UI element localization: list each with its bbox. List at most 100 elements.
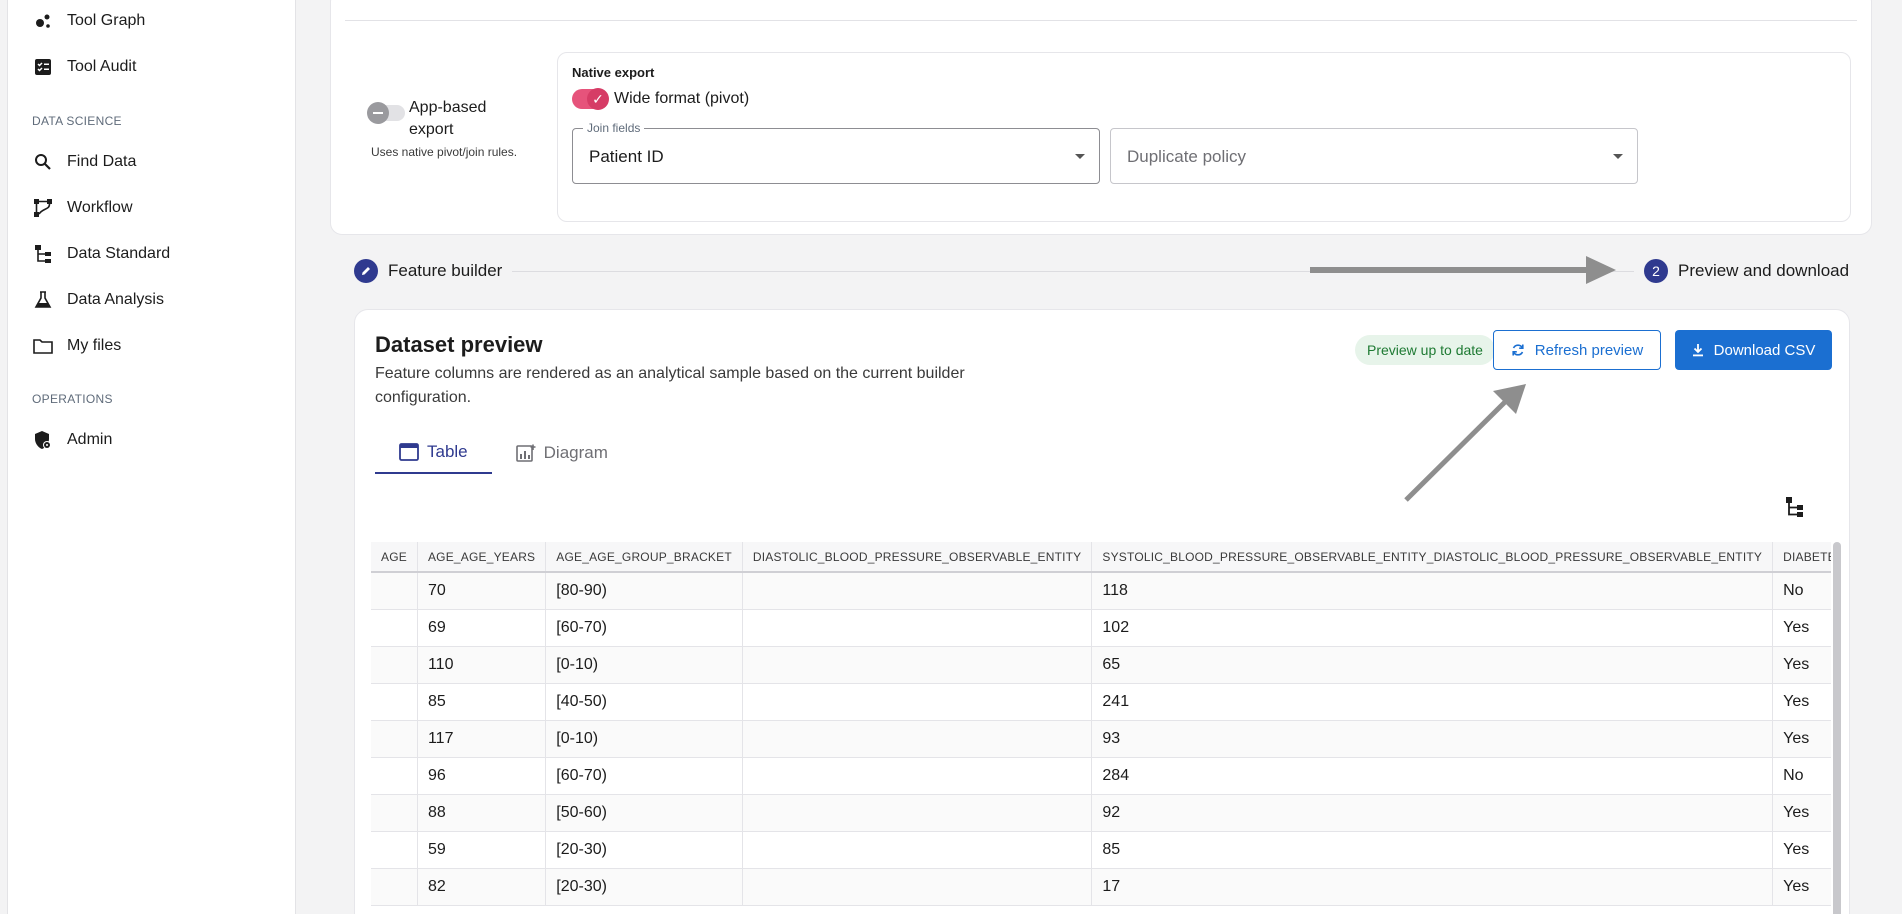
sidebar-item-admin[interactable]: Admin	[32, 425, 112, 455]
wide-format-label: Wide format (pivot)	[614, 90, 750, 107]
table-row: 70 [80-90) 118 No	[371, 572, 1831, 610]
sidebar-item-label: Workflow	[67, 199, 133, 216]
dataset-preview-card: Dataset preview Feature columns are rend…	[354, 309, 1850, 914]
section-label-data-science: DATA SCIENCE	[32, 114, 122, 128]
export-settings-card: App-based export Uses native pivot/join …	[330, 0, 1872, 235]
table-cell: 102	[1091, 609, 1774, 647]
wide-format-toggle[interactable]: ✓	[572, 88, 609, 110]
table-cell: 59	[417, 831, 547, 869]
table-cell	[371, 794, 418, 832]
tab-table[interactable]: Table	[375, 432, 492, 474]
sidebar-item-find-data[interactable]: Find Data	[32, 147, 136, 177]
sidebar-item-label: Tool Graph	[67, 12, 146, 29]
step-label: Preview and download	[1678, 261, 1850, 280]
workflow-icon	[32, 197, 54, 219]
preview-table: AGE AGE_AGE_YEARS AGE_AGE_GROUP_BRACKET …	[371, 542, 1831, 906]
table-cell: 96	[417, 757, 547, 795]
chevron-down-icon	[1613, 154, 1623, 159]
table-row: 85 [40-50) 241 Yes	[371, 683, 1831, 721]
refresh-icon	[1511, 343, 1525, 357]
divider	[345, 20, 1857, 21]
table-vertical-scrollbar[interactable]	[1833, 542, 1841, 914]
app-based-export-toggle[interactable]	[367, 102, 405, 124]
step-feature-builder[interactable]: Feature builder	[354, 259, 513, 283]
table-cell: Yes	[1772, 683, 1831, 721]
graph-icon	[32, 10, 54, 32]
flask-icon	[32, 289, 54, 311]
join-fields-legend: Join fields	[583, 121, 645, 135]
refresh-preview-button[interactable]: Refresh preview	[1493, 330, 1661, 370]
table-cell: 93	[1091, 720, 1774, 758]
table-cell: 241	[1091, 683, 1774, 721]
column-header[interactable]: AGE	[371, 542, 418, 573]
column-header[interactable]: DIASTOLIC_BLOOD_PRESSURE_OBSERVABLE_ENTI…	[742, 542, 1093, 573]
column-hierarchy-icon[interactable]	[1785, 496, 1805, 523]
preview-table-container[interactable]: AGE AGE_AGE_YEARS AGE_AGE_GROUP_BRACKET …	[371, 542, 1831, 914]
table-cell: [20-30)	[545, 868, 743, 906]
step-label: Feature builder	[388, 261, 503, 280]
table-cell: 69	[417, 609, 547, 647]
join-fields-select[interactable]: Join fields Patient ID	[572, 121, 1100, 184]
table-cell: No	[1772, 572, 1831, 610]
table-cell	[742, 831, 1093, 869]
table-cell	[371, 831, 418, 869]
table-cell: 82	[417, 868, 547, 906]
table-icon	[399, 443, 419, 461]
sidebar-item-workflow[interactable]: Workflow	[32, 193, 133, 223]
tab-diagram[interactable]: Diagram	[492, 432, 632, 474]
table-cell: [60-70)	[545, 757, 743, 795]
tab-label: Diagram	[543, 443, 608, 462]
download-icon	[1692, 343, 1704, 357]
table-row: 82 [20-30) 17 Yes	[371, 868, 1831, 906]
app-based-export-help: Uses native pivot/join rules.	[371, 145, 518, 159]
table-cell	[371, 720, 418, 758]
table-cell: [80-90)	[545, 572, 743, 610]
folder-icon	[32, 335, 54, 357]
table-cell: No	[1772, 757, 1831, 795]
sidebar-item-my-files[interactable]: My files	[32, 331, 121, 361]
main-content: App-based export Uses native pivot/join …	[306, 0, 1902, 914]
column-header[interactable]: DIABETES	[1772, 542, 1831, 573]
search-icon	[32, 151, 54, 173]
column-header[interactable]: AGE_AGE_YEARS	[417, 542, 547, 573]
table-cell: 118	[1091, 572, 1774, 610]
column-header[interactable]: SYSTOLIC_BLOOD_PRESSURE_OBSERVABLE_ENTIT…	[1091, 542, 1774, 573]
sidebar-item-tool-audit[interactable]: Tool Audit	[32, 52, 136, 82]
table-cell	[371, 646, 418, 684]
left-rail	[0, 0, 8, 914]
table-row: 110 [0-10) 65 Yes	[371, 646, 1831, 684]
table-cell	[742, 572, 1093, 610]
tab-label: Table	[427, 442, 468, 461]
table-cell: [40-50)	[545, 683, 743, 721]
table-cell: [60-70)	[545, 609, 743, 647]
sidebar-item-label: Data Analysis	[67, 291, 164, 308]
table-cell	[742, 609, 1093, 647]
join-fields-value: Patient ID	[589, 147, 664, 166]
sidebar-item-label: Data Standard	[67, 245, 171, 262]
sidebar-item-tool-graph[interactable]: Tool Graph	[32, 6, 145, 36]
preview-description: Feature columns are rendered as an analy…	[375, 365, 965, 406]
duplicate-policy-select[interactable]: Duplicate policy	[1110, 128, 1638, 184]
sidebar-item-label: Tool Audit	[67, 58, 137, 75]
section-label-operations: OPERATIONS	[32, 392, 113, 406]
pencil-icon	[354, 259, 378, 283]
table-row: 88 [50-60) 92 Yes	[371, 794, 1831, 832]
column-header[interactable]: AGE_AGE_GROUP_BRACKET	[545, 542, 743, 573]
native-export-title: Native export	[572, 65, 655, 80]
sidebar-item-data-analysis[interactable]: Data Analysis	[32, 285, 164, 315]
sidebar: Tool Graph Tool Audit DATA SCIENCE Find …	[8, 0, 296, 914]
toggle-knob	[367, 102, 389, 124]
preview-title: Dataset preview	[375, 332, 543, 357]
preview-tabs: Table Diagram	[375, 432, 632, 474]
table-cell	[742, 794, 1093, 832]
status-badge: Preview up to date	[1355, 335, 1495, 365]
step-preview-download[interactable]: 2 Preview and download	[1634, 259, 1850, 283]
table-cell	[742, 683, 1093, 721]
sidebar-item-data-standard[interactable]: Data Standard	[32, 239, 170, 269]
table-cell	[371, 572, 418, 610]
table-cell	[742, 757, 1093, 795]
hierarchy-icon	[32, 243, 54, 265]
table-cell	[371, 868, 418, 906]
table-row: 96 [60-70) 284 No	[371, 757, 1831, 795]
download-csv-button[interactable]: Download CSV	[1675, 330, 1832, 370]
